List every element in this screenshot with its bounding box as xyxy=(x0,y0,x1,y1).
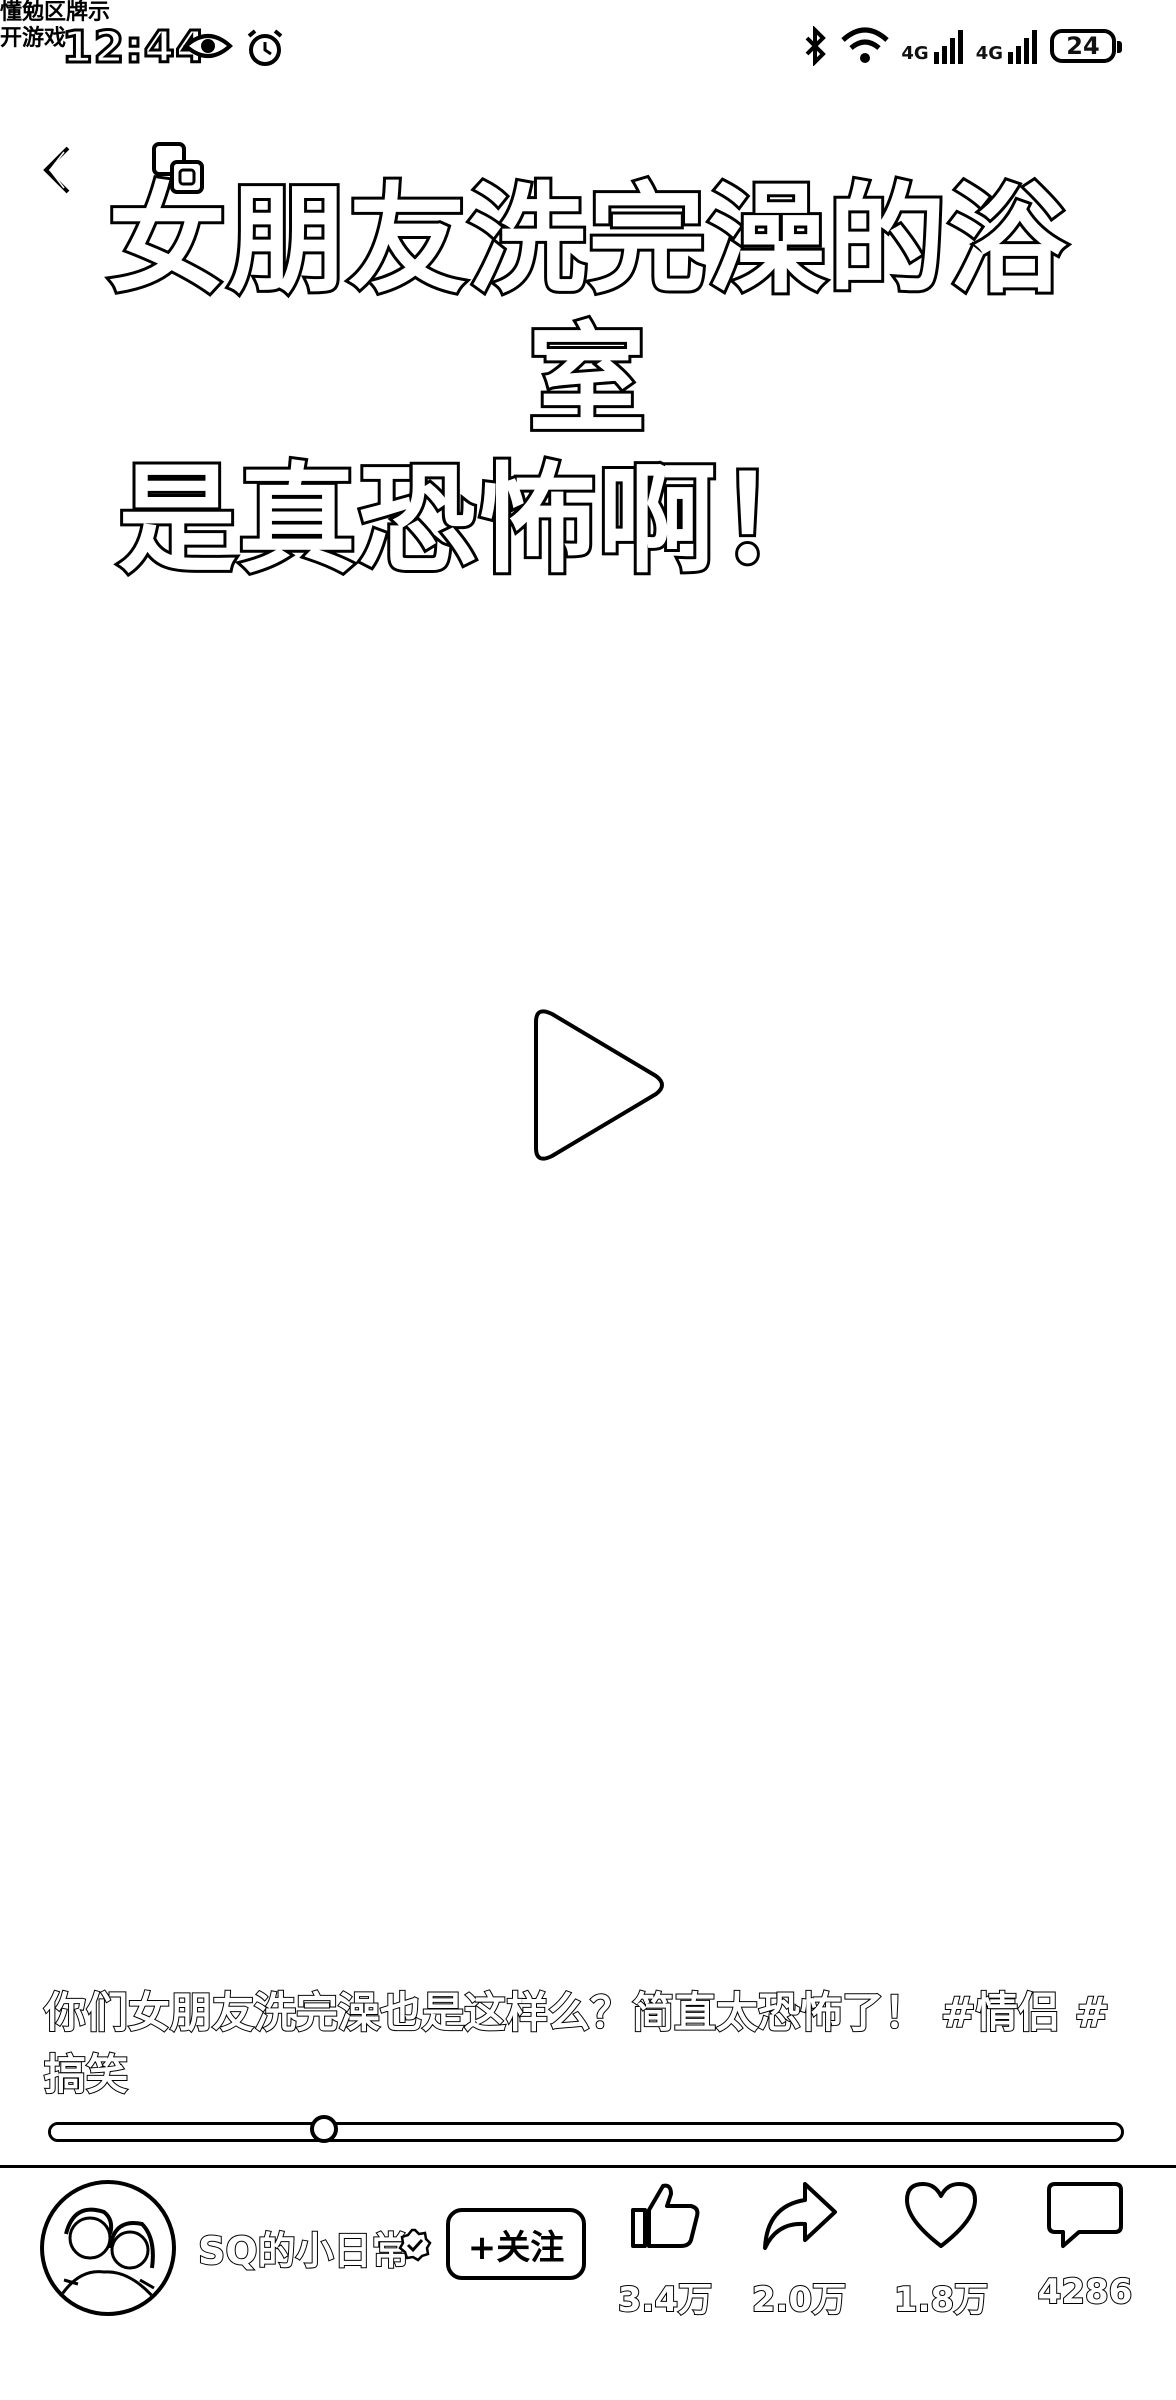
alarm-icon xyxy=(247,29,283,66)
status-right-icons: 4G 4G 24 xyxy=(803,26,1122,66)
share-button[interactable]: 2.0万 xyxy=(734,2178,864,2321)
favorite-button[interactable]: 1.8万 xyxy=(876,2178,1006,2321)
title-line-1: 女朋友洗完澡的浴室 xyxy=(105,168,1069,452)
progress-handle[interactable] xyxy=(309,2115,338,2143)
battery-indicator: 24 xyxy=(1050,29,1122,63)
status-bar: 懂勉区牌示 开游戏 12:44 4G 4G 24 xyxy=(0,0,1176,100)
bluetooth-icon xyxy=(805,26,827,66)
video-title-overlay: 女朋友洗完澡的浴室 是真恐怖啊！ xyxy=(50,168,1126,592)
status-left-icons xyxy=(183,28,285,68)
author-name[interactable]: SQ的小日常 xyxy=(197,2220,411,2275)
avatar-image xyxy=(52,2207,164,2309)
signal-bars-icon xyxy=(1008,30,1037,64)
like-button[interactable]: 3.4万 xyxy=(600,2178,730,2321)
comment-count: 4286 xyxy=(1037,2271,1134,2313)
favorite-count: 1.8万 xyxy=(893,2279,989,2321)
signal-bars-icon xyxy=(933,30,963,64)
network-label: 4G xyxy=(901,43,929,64)
network-label: 4G xyxy=(975,43,1003,64)
verified-badge-icon xyxy=(398,2228,432,2262)
thumbs-up-icon xyxy=(631,2183,700,2248)
progress-fill xyxy=(51,2125,324,2139)
heart-icon xyxy=(905,2182,977,2248)
like-count: 3.4万 xyxy=(617,2279,713,2321)
share-arrow-icon xyxy=(763,2182,837,2250)
divider xyxy=(0,2165,1176,2168)
progress-bar[interactable] xyxy=(48,2115,1124,2143)
title-line-2: 是真恐怖啊！ xyxy=(115,448,839,592)
avatar[interactable] xyxy=(40,2180,176,2316)
signal-1: 4G xyxy=(901,28,965,64)
video-description[interactable]: 你们女朋友洗完澡也是这样么？简直太恐怖了！ #情侣 #搞笑 xyxy=(43,1982,1144,2106)
signal-2: 4G xyxy=(976,28,1040,64)
comment-bubble-icon xyxy=(1047,2182,1123,2248)
eye-icon xyxy=(183,34,233,58)
share-count: 2.0万 xyxy=(751,2279,847,2321)
wifi-icon xyxy=(841,27,890,63)
comment-button[interactable]: 4286 xyxy=(1020,2178,1150,2313)
play-icon[interactable] xyxy=(516,1000,676,1170)
follow-button[interactable]: +关注 xyxy=(446,2208,586,2280)
